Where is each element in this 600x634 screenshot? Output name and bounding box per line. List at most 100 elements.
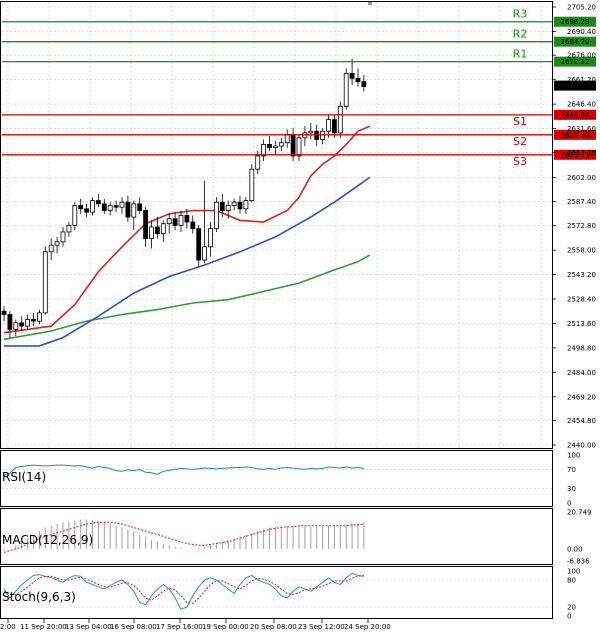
candle-bear — [96, 200, 101, 205]
time-tick-label: 16 Sep 08:00 — [110, 623, 157, 631]
candle-bull — [213, 201, 219, 230]
time-tick-label: 20 Sep 08:00 — [250, 623, 297, 631]
candle-bear — [267, 144, 272, 149]
candle-bull — [225, 205, 231, 211]
macd-tick-label: 0.00 — [567, 545, 583, 553]
candle-bear — [219, 201, 225, 211]
candle-bear — [19, 322, 25, 327]
candle-bull — [296, 137, 302, 157]
candle-bull — [149, 226, 154, 239]
macd-tick-label: 20.749 — [567, 509, 592, 517]
price-tick-label: 2602.00 — [567, 174, 596, 182]
candle-bull — [337, 106, 343, 134]
candle-bull — [208, 228, 213, 248]
price-tick-label: 2617.20 — [567, 149, 596, 157]
price-tick-label: 2631.60 — [567, 125, 596, 133]
stoch-tick-label: 100 — [567, 568, 580, 576]
candle-bull — [66, 224, 72, 233]
candle-bull — [202, 246, 208, 261]
macd-label: MACD(12,26,9) — [2, 533, 93, 547]
candle-bull — [90, 200, 95, 213]
candle-bull — [178, 215, 184, 226]
time-tick-label: 11 Sep 20:00 — [20, 623, 67, 631]
level-name-r2: R2 — [513, 28, 528, 41]
candle-bull — [255, 155, 261, 170]
candle-bull — [326, 119, 331, 132]
candle-bull — [243, 200, 249, 210]
stoch-tick-label: 80 — [567, 577, 576, 585]
price-tick-label: 2440.00 — [567, 442, 596, 450]
candle-bull — [42, 251, 48, 314]
candle-bull — [249, 168, 255, 201]
time-tick-label: 19 Sep 00:00 — [202, 623, 249, 631]
candle-bull — [343, 72, 349, 107]
rsi-tick-label: 100 — [567, 452, 580, 460]
current-price-label: 2657.60 — [561, 82, 590, 90]
rsi-tick-label: 30 — [567, 485, 576, 493]
candle-bull — [272, 145, 278, 149]
candle-bear — [355, 77, 361, 83]
candle-bull — [72, 205, 78, 226]
candle-bear — [349, 72, 355, 79]
candle-bear — [113, 205, 119, 208]
candle-bull — [48, 244, 54, 253]
candle-bear — [125, 201, 131, 218]
time-tick-label: 17 Sep 16:00 — [156, 623, 203, 631]
level-name-s3: S3 — [513, 155, 527, 168]
candle-bear — [190, 221, 196, 230]
candle-bull — [37, 312, 42, 322]
candle-bear — [78, 205, 84, 210]
macd-tick-label: -6.836 — [567, 558, 590, 566]
candle-bull — [54, 241, 60, 246]
level-price-label-r2: 2684.20 — [561, 38, 590, 46]
time-tick-label: 2:00 — [0, 623, 16, 631]
price-tick-label: 2528.40 — [567, 296, 596, 304]
candle-bull — [160, 223, 166, 234]
scroll-marker — [368, 2, 372, 5]
stoch-tick-label: 0 — [567, 613, 571, 621]
level-price-label-r3: 2696.29 — [561, 18, 590, 26]
candle-bull — [13, 322, 19, 330]
price-tick-label: 2558.00 — [567, 247, 596, 255]
level-price-label-s1: 2639.88 — [561, 111, 590, 119]
candle-bear — [1, 310, 7, 315]
price-chart[interactable]: R32696.29R22684.20R12672.12S1 2639.88S2 26… — [0, 0, 600, 634]
price-tick-label: 2676.00 — [567, 52, 596, 60]
candle-bull — [231, 201, 237, 206]
price-tick-label: 2513.60 — [567, 320, 596, 328]
candle-bull — [308, 130, 314, 134]
rsi-label: RSI(14) — [2, 470, 46, 484]
price-tick-label: 2646.40 — [567, 101, 596, 109]
price-tick-label: 2543.20 — [567, 271, 596, 279]
price-tick-label: 2498.80 — [567, 344, 596, 352]
price-tick-label: 2454.80 — [567, 417, 596, 425]
price-tick-label: 2690.40 — [567, 28, 596, 36]
price-tick-label: 2469.20 — [567, 393, 596, 401]
candle-bull — [25, 319, 31, 327]
candle-bear — [290, 134, 296, 157]
candle-bear — [137, 203, 143, 211]
candle-bear — [154, 226, 160, 234]
candle-bear — [331, 119, 337, 134]
level-name-r1: R1 — [513, 48, 528, 61]
level-name-r3: R3 — [513, 8, 528, 21]
price-tick-label: 2705.20 — [567, 4, 596, 12]
candle-bear — [101, 203, 107, 211]
candle-bull — [131, 203, 137, 218]
rsi-tick-label: 70 — [567, 466, 576, 474]
candle-bear — [196, 228, 202, 261]
candle-bear — [184, 215, 190, 223]
candle-bull — [107, 205, 113, 211]
time-tick-label: 24 Sep 20:00 — [344, 623, 391, 631]
candle-bull — [166, 218, 172, 225]
candle-bear — [7, 314, 13, 330]
candle-bear — [237, 201, 243, 210]
candle-bull — [284, 134, 290, 144]
stoch-tick-label: 20 — [567, 604, 576, 612]
candle-bear — [172, 218, 178, 226]
candle-bull — [60, 231, 66, 243]
price-tick-label: 2484.00 — [567, 369, 596, 377]
candle-bull — [278, 142, 284, 147]
price-tick-label: 2587.40 — [567, 198, 596, 206]
time-tick-label: 13 Sep 04:00 — [65, 623, 112, 631]
